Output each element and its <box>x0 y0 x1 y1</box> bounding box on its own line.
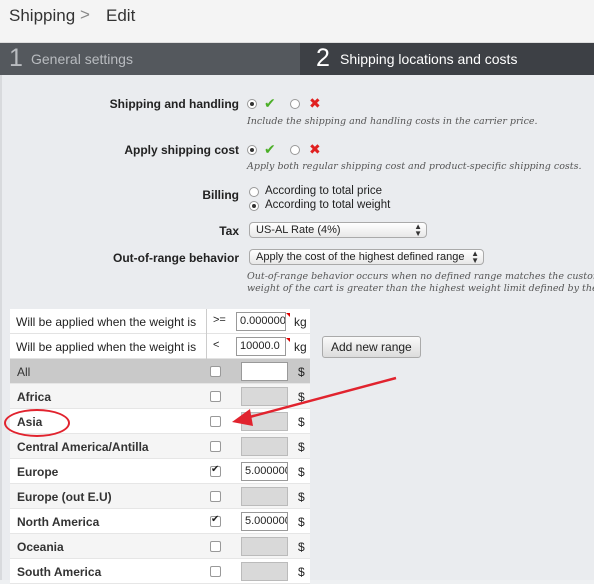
annotation-arrow-icon <box>232 376 397 426</box>
